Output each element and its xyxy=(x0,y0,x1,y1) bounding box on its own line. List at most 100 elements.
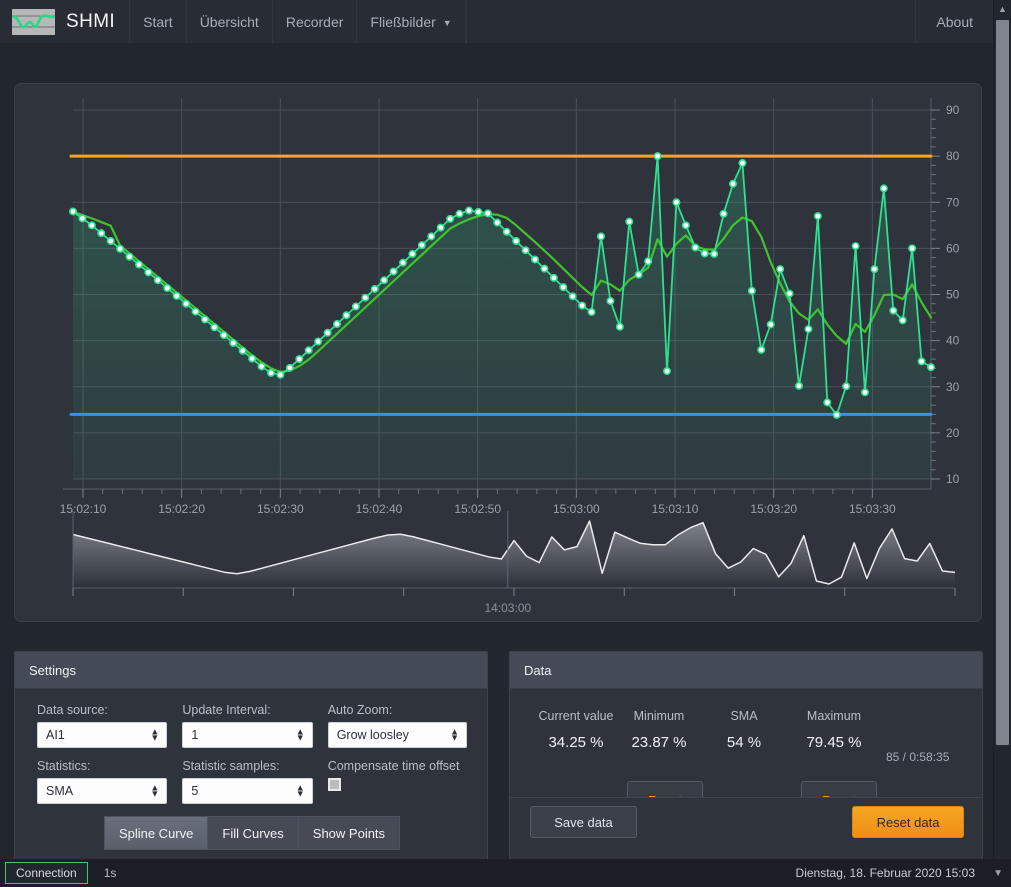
svg-text:15:02:50: 15:02:50 xyxy=(454,502,501,516)
select-value: AI1 xyxy=(46,728,65,742)
select-value: 5 xyxy=(191,784,199,798)
button-label: Fill Curves xyxy=(222,825,284,841)
nav-item-label: About xyxy=(936,13,973,30)
auto-zoom-select[interactable]: Grow loosley ▲ ▼ xyxy=(327,722,468,748)
spinner-icon[interactable]: ▲ ▼ xyxy=(296,783,305,797)
field-label: Data source: xyxy=(37,703,108,717)
chevron-down-icon: ▼ xyxy=(442,17,452,28)
spinner-icon[interactable]: ▲ ▼ xyxy=(450,727,459,741)
stat-label: Minimum xyxy=(633,709,685,723)
settings-row-1: Data source: AI1 ▲ ▼ Update Interval: 1 ▲… xyxy=(37,703,468,748)
svg-text:15:02:40: 15:02:40 xyxy=(356,502,403,516)
field-data-source: Data source: AI1 ▲ ▼ xyxy=(37,703,168,748)
field-label: Statistics: xyxy=(37,759,91,773)
svg-text:15:03:10: 15:03:10 xyxy=(652,502,699,516)
vertical-scrollbar[interactable]: ▲ ▼ xyxy=(993,0,1011,887)
svg-text:14:03:00: 14:03:00 xyxy=(484,601,531,615)
spinner-icon[interactable]: ▲ ▼ xyxy=(296,727,305,741)
button-label: Reset data xyxy=(876,814,940,830)
app-root: SHMI Start Übersicht Recorder Fließbilde… xyxy=(0,0,1011,887)
select-value: SMA xyxy=(46,784,74,798)
field-label: Compensate time offset xyxy=(327,759,460,773)
field-label: Update Interval: xyxy=(182,703,271,717)
svg-text:90: 90 xyxy=(946,103,960,117)
settings-panel-title: Settings xyxy=(29,662,76,678)
main-chart[interactable]: 90 80 70 60 50 40 30 20 10 15:02:10 15:02:20 15:02:… xyxy=(15,84,981,621)
settings-row-2: Statistics: SMA ▲ ▼ Statistic samples: 5 … xyxy=(37,759,467,804)
chevron-up-icon[interactable]: ▲ xyxy=(994,0,1011,18)
curve-options-button-group: Spline Curve Fill Curves Show Points xyxy=(37,816,467,850)
data-panel-footer: Save data Reset data xyxy=(510,797,982,838)
compensate-time-offset-checkbox[interactable] xyxy=(327,778,341,791)
settings-panel: Settings Data source: AI1 ▲ ▼ Update Inte… xyxy=(14,651,488,868)
stat-label: Current value xyxy=(538,709,614,723)
stats-row: Current value 34.25 % Minimum 23.87 % SM… xyxy=(510,689,982,764)
button-label: Show Points xyxy=(312,825,386,841)
settings-body: Data source: AI1 ▲ ▼ Update Interval: 1 ▲… xyxy=(15,689,487,850)
nav-item-fliessbilder[interactable]: Fließbilder ▼ xyxy=(356,0,466,43)
button-label: Spline Curve xyxy=(118,825,194,841)
spinner-icon[interactable]: ▲ ▼ xyxy=(150,783,159,797)
reset-data-button[interactable]: Reset data xyxy=(852,806,964,838)
button-label: Save data xyxy=(554,814,613,830)
data-source-select[interactable]: AI1 ▲ ▼ xyxy=(37,722,168,748)
fill-curves-button[interactable]: Fill Curves xyxy=(208,816,299,850)
svg-text:15:02:30: 15:02:30 xyxy=(257,502,304,516)
update-interval-input[interactable]: 1 ▲ ▼ xyxy=(182,722,313,748)
connection-status-badge[interactable]: Connection xyxy=(5,862,88,884)
nav-spacer xyxy=(465,0,916,43)
spline-curve-button[interactable]: Spline Curve xyxy=(103,816,209,850)
stat-label: SMA xyxy=(730,709,758,723)
stat-maximum: Maximum 79.45 % xyxy=(788,709,880,764)
field-auto-zoom: Auto Zoom: Grow loosley ▲ ▼ xyxy=(327,703,468,748)
svg-text:20: 20 xyxy=(946,426,960,440)
field-update-interval: Update Interval: 1 ▲ ▼ xyxy=(182,703,313,748)
app-logo[interactable] xyxy=(0,0,66,43)
data-body: Current value 34.25 % Minimum 23.87 % SM… xyxy=(510,689,982,838)
status-datetime: Dienstag, 18. Februar 2020 15:03 xyxy=(795,866,975,880)
nav-item-about[interactable]: About xyxy=(915,0,994,43)
stat-value: 79.45 % xyxy=(806,734,862,751)
chart-canvas[interactable]: 90 80 70 60 50 40 30 20 10 15:02:10 15:02:20 15:02:… xyxy=(15,84,981,621)
scrollbar-thumb[interactable] xyxy=(996,20,1009,745)
compensate-checkbox-wrap[interactable] xyxy=(327,778,467,791)
nav-item-label: Start xyxy=(143,13,173,30)
statistic-samples-input[interactable]: 5 ▲ ▼ xyxy=(182,778,313,804)
nav-item-start[interactable]: Start xyxy=(129,0,186,43)
svg-text:60: 60 xyxy=(946,241,960,255)
status-interval: 1s xyxy=(103,866,117,880)
select-value: Grow loosley xyxy=(336,728,409,742)
chart-panel[interactable]: 90 80 70 60 50 40 30 20 10 15:02:10 15:02:20 15:02:… xyxy=(14,83,982,622)
status-bar: Connection 1s Dienstag, 18. Februar 2020… xyxy=(0,859,1011,887)
sample-counter: 85 / 0:58:35 xyxy=(886,750,950,764)
nav-item-recorder[interactable]: Recorder xyxy=(271,0,357,43)
stat-minimum: Minimum 23.87 % xyxy=(618,709,700,764)
waveform-logo-icon xyxy=(11,8,55,35)
field-compensate-time-offset: Compensate time offset xyxy=(327,759,467,804)
nav-item-label: Recorder xyxy=(285,13,344,30)
field-label: Statistic samples: xyxy=(182,759,280,773)
field-label: Auto Zoom: xyxy=(327,703,393,717)
svg-text:80: 80 xyxy=(946,149,960,163)
svg-text:15:03:30: 15:03:30 xyxy=(849,502,896,516)
nav-item-uebersicht[interactable]: Übersicht xyxy=(185,0,272,43)
app-brand: SHMI xyxy=(66,10,116,32)
save-data-button[interactable]: Save data xyxy=(530,806,637,838)
field-statistics: Statistics: SMA ▲ ▼ xyxy=(37,759,168,804)
chevron-down-icon[interactable]: ▼ xyxy=(993,868,1003,879)
stat-sma: SMA 54 % xyxy=(700,709,788,764)
show-points-button[interactable]: Show Points xyxy=(298,816,401,850)
stat-value: 54 % xyxy=(726,734,762,751)
data-panel-header: Data xyxy=(510,652,982,689)
stat-value: 23.87 % xyxy=(631,734,687,751)
spinner-icon[interactable]: ▲ ▼ xyxy=(150,727,159,741)
settings-panel-header: Settings xyxy=(15,652,487,689)
stat-value: 34.25 % xyxy=(548,734,604,751)
svg-text:30: 30 xyxy=(946,380,960,394)
svg-text:40: 40 xyxy=(946,334,960,348)
data-panel-title: Data xyxy=(524,662,552,678)
svg-text:50: 50 xyxy=(946,288,960,302)
statistics-select[interactable]: SMA ▲ ▼ xyxy=(37,778,168,804)
svg-text:15:02:10: 15:02:10 xyxy=(60,502,107,516)
connection-label: Connection xyxy=(16,866,77,880)
